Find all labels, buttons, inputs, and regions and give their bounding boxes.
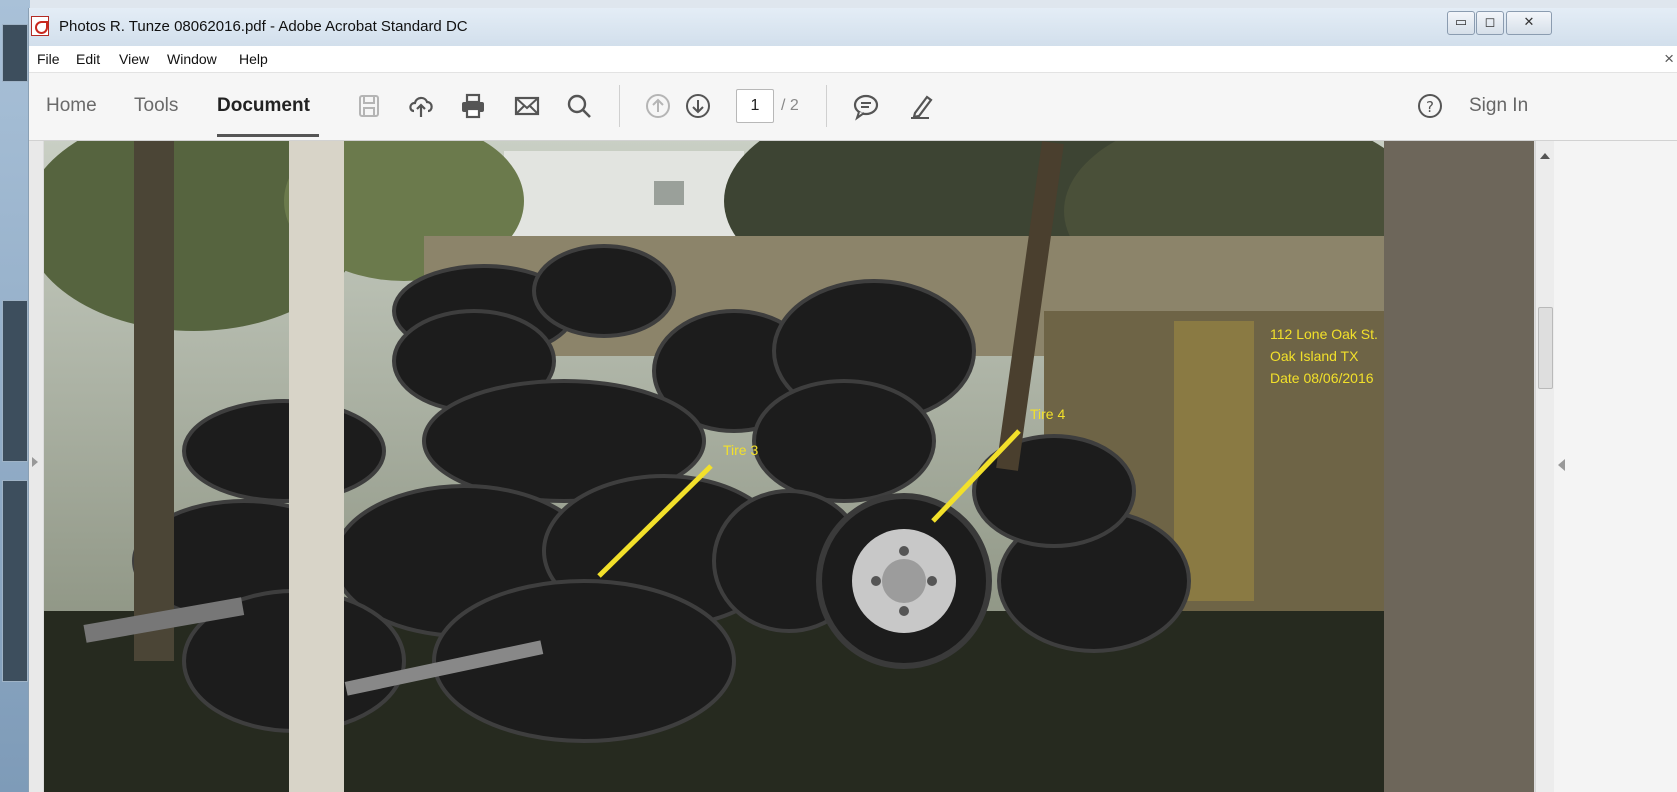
tab-home[interactable]: Home	[46, 95, 97, 117]
left-pane-toggle[interactable]	[29, 141, 43, 792]
toolbar: Home Tools Document 1 / 2 ? Sign In	[29, 73, 1677, 141]
email-icon[interactable]	[512, 91, 542, 121]
pen-icon[interactable]	[907, 91, 937, 121]
search-icon[interactable]	[564, 91, 594, 121]
save-icon[interactable]	[354, 91, 384, 121]
page-up-icon[interactable]	[643, 91, 673, 121]
acrobat-pdf-icon	[31, 16, 49, 36]
document-area: Tire 3 Tire 4 112 Lone Oak St. Oak Islan…	[29, 141, 1677, 792]
tab-document[interactable]: Document	[217, 95, 310, 117]
background-window-strip	[0, 0, 30, 792]
minimize-button[interactable]: ▭	[1447, 11, 1475, 35]
window-title: Photos R. Tunze 08062016.pdf - Adobe Acr…	[59, 18, 468, 35]
page-down-icon[interactable]	[683, 91, 713, 121]
print-icon[interactable]	[458, 91, 488, 121]
menu-view[interactable]: View	[119, 51, 149, 67]
address-line-1: 112 Lone Oak St.	[1270, 326, 1378, 342]
scrollbar-thumb[interactable]	[1538, 307, 1553, 389]
menu-edit[interactable]: Edit	[76, 51, 100, 67]
sign-in-link[interactable]: Sign In	[1469, 95, 1528, 117]
tab-tools[interactable]: Tools	[134, 95, 178, 117]
toolbar-separator	[619, 85, 620, 127]
menu-file[interactable]: File	[37, 51, 60, 67]
background-window-tile	[2, 300, 28, 462]
menu-bar: File Edit View Window Help ×	[29, 46, 1677, 73]
expand-right-pane-icon[interactable]	[1558, 459, 1565, 471]
title-bar[interactable]: Photos R. Tunze 08062016.pdf - Adobe Acr…	[29, 8, 1677, 46]
photo-scene: Tire 3 Tire 4 112 Lone Oak St. Oak Islan…	[44, 141, 1534, 792]
close-window-button[interactable]: ✕	[1506, 11, 1552, 35]
page-total: / 2	[781, 97, 799, 114]
vertical-scrollbar[interactable]	[1535, 141, 1554, 792]
acrobat-window: Photos R. Tunze 08062016.pdf - Adobe Acr…	[28, 8, 1677, 792]
menu-window[interactable]: Window	[167, 51, 217, 67]
address-line-2: Oak Island TX	[1270, 348, 1359, 364]
comment-icon[interactable]	[851, 91, 881, 121]
active-tab-indicator	[217, 134, 319, 137]
scroll-up-icon[interactable]	[1540, 153, 1550, 159]
tire-3-label: Tire 3	[723, 442, 758, 458]
help-icon[interactable]: ?	[1415, 91, 1445, 121]
toolbar-separator	[826, 85, 827, 127]
page-number-input[interactable]: 1	[736, 89, 774, 123]
upload-cloud-icon[interactable]	[406, 91, 436, 121]
tire-4-label: Tire 4	[1030, 406, 1065, 422]
background-window-tile	[2, 24, 28, 82]
menu-help[interactable]: Help	[239, 51, 268, 67]
background-window-tile	[2, 480, 28, 682]
right-pane	[1554, 141, 1677, 792]
maximize-button[interactable]: ◻	[1476, 11, 1504, 35]
tire-pile-photo: Tire 3 Tire 4 112 Lone Oak St. Oak Islan…	[44, 141, 1534, 792]
close-document-icon[interactable]: ×	[1664, 49, 1674, 69]
svg-text:?: ?	[1426, 98, 1434, 116]
photo-date: Date 08/06/2016	[1270, 370, 1374, 386]
